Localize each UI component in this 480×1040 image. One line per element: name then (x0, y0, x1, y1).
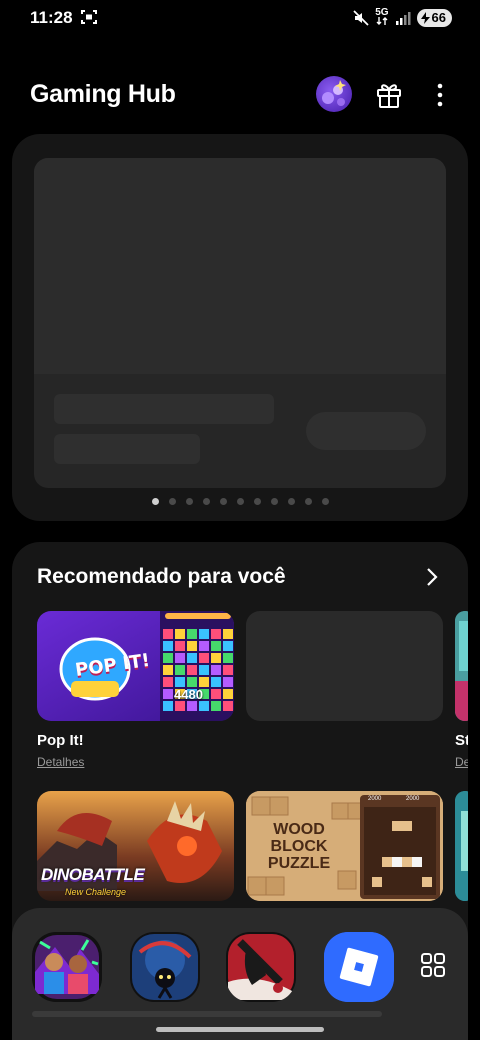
all-games-grid-icon[interactable] (420, 952, 446, 978)
section-title: Recomendado para você (37, 565, 286, 588)
banner-button-skeleton (306, 412, 426, 450)
game-thumbnail-partial[interactable] (455, 611, 468, 721)
recommended-section: Recomendado para você POP IT! 4480 Pop I… (12, 542, 468, 962)
avatar-image (322, 80, 346, 106)
data-arrows-icon (376, 17, 388, 25)
signal-icon (395, 11, 411, 25)
banner-image-skeleton (34, 158, 446, 374)
carousel-dot[interactable] (168, 498, 176, 505)
chevron-right-icon[interactable] (422, 566, 442, 588)
game-thumbnail-pop-it[interactable]: POP IT! 4480 (37, 611, 234, 721)
game-name[interactable]: St (455, 732, 468, 749)
dino-battle-subtitle: New Challenge (65, 887, 127, 897)
partial-game-art (455, 611, 468, 721)
carousel-dot[interactable] (270, 498, 278, 505)
more-options-icon[interactable] (428, 80, 452, 110)
dock-app-samurai-game[interactable] (226, 932, 296, 1002)
carousel-dot[interactable] (253, 498, 261, 505)
banner-title-skeleton (54, 394, 274, 424)
wood-block-puzzle-logo-text: WOOD BLOCK PUZZLE (267, 821, 331, 872)
screen-record-icon (81, 10, 97, 24)
dock-app-ninja-game[interactable] (130, 932, 200, 1002)
game-details-link[interactable]: Det (455, 755, 468, 769)
dock-app-football-game[interactable] (32, 932, 102, 1002)
app-header: Gaming Hub (0, 72, 480, 120)
carousel-dot[interactable] (185, 498, 193, 505)
page-title: Gaming Hub (30, 80, 176, 108)
game-details-link[interactable]: Detalhes (37, 755, 84, 769)
carousel-dot[interactable] (202, 498, 210, 505)
game-thumbnail-partial-row2[interactable] (455, 791, 468, 901)
carousel-dot[interactable] (304, 498, 312, 505)
banner-placeholder (34, 158, 446, 488)
ninja-game-icon (130, 932, 200, 1002)
quick-launch-dock (12, 908, 468, 1040)
football-game-icon (32, 932, 102, 1002)
dino-battle-logo-text: DINOBATTLE (41, 865, 145, 884)
carousel-dot[interactable] (321, 498, 329, 505)
samurai-game-icon (226, 932, 296, 1002)
game-thumbnail-placeholder[interactable] (246, 611, 443, 721)
carousel-dot[interactable] (151, 498, 159, 505)
featured-banner[interactable] (12, 134, 468, 521)
charging-icon (420, 11, 430, 24)
dock-scrollbar[interactable] (32, 1011, 382, 1017)
carousel-dot[interactable] (219, 498, 227, 505)
dock-app-roblox[interactable] (324, 932, 394, 1002)
pop-it-score: 4480 (174, 687, 203, 702)
network-type: 5G (375, 8, 389, 27)
battery-indicator: 66 (416, 8, 452, 27)
status-bar: 11:28 5G 66 (0, 0, 480, 36)
avatar[interactable] (316, 76, 352, 112)
banner-subtitle-skeleton (54, 434, 200, 464)
wood-block-score-a: 2000 (368, 796, 382, 802)
carousel-dot[interactable] (236, 498, 244, 505)
game-thumbnail-dino-battle[interactable]: DINOBATTLE New Challenge (37, 791, 234, 901)
status-time: 11:28 (30, 8, 73, 27)
game-thumbnail-wood-block-puzzle[interactable]: WOOD BLOCK PUZZLE 2000 2000 (246, 791, 443, 901)
gesture-navigation-handle[interactable] (156, 1027, 324, 1032)
battery-level: 66 (431, 10, 446, 25)
mute-icon (353, 9, 369, 26)
partial-game-art-2 (455, 791, 468, 901)
game-name[interactable]: Pop It! (37, 732, 84, 749)
status-icons: 5G 66 (353, 8, 452, 27)
gift-icon[interactable] (374, 80, 404, 110)
carousel-dot[interactable] (287, 498, 295, 505)
carousel-indicator (12, 498, 468, 505)
wood-block-score-b: 2000 (406, 796, 420, 802)
roblox-icon (324, 932, 394, 1002)
